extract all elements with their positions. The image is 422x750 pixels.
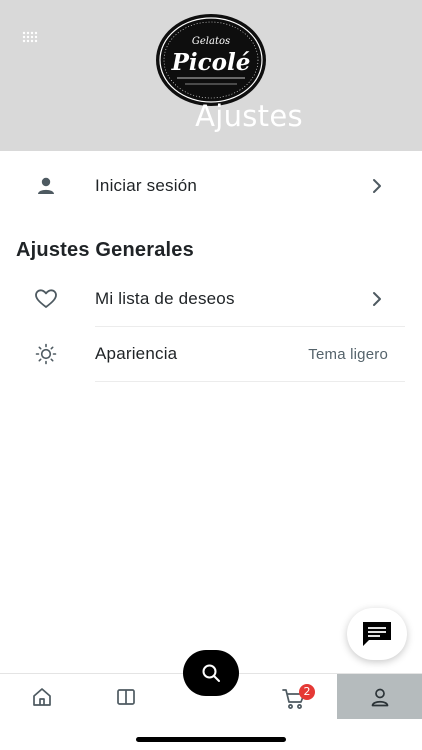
search-button[interactable] — [183, 650, 239, 696]
svg-text:Picolé: Picolé — [171, 49, 251, 76]
brand-logo: Gelatos Picolé — [156, 14, 266, 106]
divider — [95, 381, 405, 382]
login-row[interactable]: Iniciar sesión — [0, 159, 422, 213]
wishlist-row[interactable]: Mi lista de deseos — [0, 272, 422, 326]
grid-dots-icon[interactable] — [22, 31, 40, 45]
tab-catalog[interactable] — [84, 674, 168, 719]
chevron-right-icon — [373, 179, 381, 193]
tab-profile[interactable] — [337, 674, 422, 719]
search-icon — [202, 664, 220, 682]
catalog-icon — [117, 688, 135, 705]
login-label: Iniciar sesión — [95, 176, 198, 195]
profile-icon — [371, 688, 388, 706]
page-title: Ajustes — [195, 99, 303, 133]
header: Gelatos Picolé Ajustes — [0, 0, 422, 151]
chat-button[interactable] — [347, 608, 407, 660]
tab-cart[interactable]: 2 — [252, 674, 336, 719]
svg-text:Gelatos: Gelatos — [192, 36, 230, 47]
heart-icon — [34, 287, 58, 311]
chat-icon — [363, 622, 391, 646]
chevron-right-icon — [373, 292, 381, 306]
sun-icon — [34, 342, 58, 366]
cart-badge: 2 — [299, 684, 315, 700]
tab-home[interactable] — [0, 674, 84, 719]
home-icon — [33, 687, 51, 706]
person-icon — [34, 174, 58, 198]
appearance-value: Tema ligero — [308, 345, 388, 363]
section-title: Ajustes Generales — [16, 239, 194, 261]
wishlist-label: Mi lista de deseos — [95, 289, 235, 308]
home-indicator — [136, 737, 286, 742]
appearance-row[interactable]: Apariencia Tema ligero — [0, 327, 422, 381]
appearance-label: Apariencia — [95, 344, 178, 363]
